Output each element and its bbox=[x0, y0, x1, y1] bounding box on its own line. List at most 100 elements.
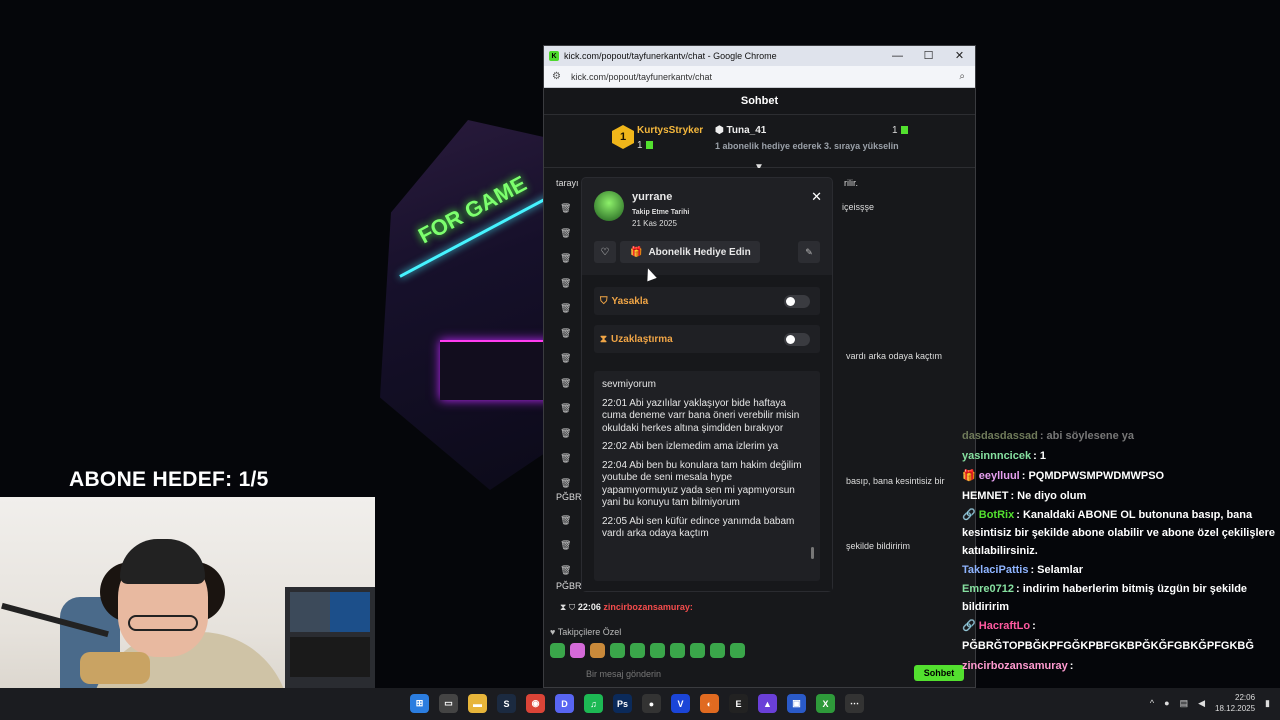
gift-icon bbox=[900, 126, 908, 135]
popup-username[interactable]: yurrane bbox=[632, 191, 672, 203]
app-icon[interactable]: ◐ bbox=[700, 694, 719, 713]
message-username[interactable]: zincirbozansamuray: bbox=[603, 602, 693, 612]
emote-bar bbox=[550, 643, 745, 658]
chevron-up-icon[interactable]: ^ bbox=[1150, 698, 1154, 708]
leader-name[interactable]: KurtysStryker bbox=[637, 125, 703, 136]
system-tray: ^ ● ▤ ◀ 22:06 18.12.2025 ▮ bbox=[1150, 692, 1270, 714]
chrome-window: K kick.com/popout/tayfunerkantv/chat - G… bbox=[543, 45, 976, 688]
rank-badge: 1 bbox=[612, 125, 634, 149]
emote-icon[interactable] bbox=[730, 643, 745, 658]
zoom-icon[interactable]: ⌕ bbox=[959, 71, 965, 82]
history-message: 22:01 Abi yazılılar yaklaşıyor bide haft… bbox=[602, 397, 800, 434]
message-history[interactable]: sevmiyorum 22:01 Abi yazılılar yaklaşıyo… bbox=[594, 371, 820, 581]
mic-icon[interactable]: ● bbox=[1164, 698, 1169, 708]
clock[interactable]: 22:06 18.12.2025 bbox=[1215, 692, 1255, 714]
window-titlebar[interactable]: K kick.com/popout/tayfunerkantv/chat - G… bbox=[544, 46, 975, 66]
shield-icon[interactable]: ⛉ bbox=[569, 602, 575, 612]
emote-icon[interactable] bbox=[650, 643, 665, 658]
emote-icon[interactable] bbox=[590, 643, 605, 658]
epic-games-icon[interactable]: E bbox=[729, 694, 748, 713]
overlay-username: HacraftLo bbox=[978, 620, 1031, 632]
delete-icon[interactable]: 🗑 bbox=[560, 565, 571, 576]
window-title: kick.com/popout/tayfunerkantv/chat - Goo… bbox=[564, 51, 777, 61]
network-icon[interactable]: ▤ bbox=[1180, 698, 1189, 709]
chat-header: Sohbet bbox=[544, 88, 975, 115]
chat-fragment: şekilde bildiririm bbox=[846, 541, 911, 551]
second-leader-count: 1 bbox=[892, 125, 908, 136]
gift-leaderboard: 1 KurtysStryker 1 ⬢ Tuna_41 1 1 abonelik… bbox=[544, 115, 975, 173]
windows-taskbar: ⊞ ▭ ▬ S ◉ D ♫ Ps ● V ◐ E ▲ ▣ X ⋯ ^ ● ▤ ◀… bbox=[0, 688, 1280, 720]
streamer-cap bbox=[120, 539, 205, 584]
webcam-feed bbox=[0, 497, 375, 720]
chat-fragment: PĞBR bbox=[556, 492, 582, 502]
emote-icon[interactable] bbox=[570, 643, 585, 658]
badge-icon: 🔗 bbox=[962, 620, 976, 632]
ban-toggle[interactable] bbox=[784, 295, 810, 308]
chat-fragment: basıp, bana kesintisiz bir bbox=[846, 476, 945, 486]
shield-icon: ⛉ bbox=[600, 295, 608, 307]
emote-icon[interactable] bbox=[550, 643, 565, 658]
latest-chat-row: ⧗ ⛉ 22:06 zincirbozansamuray: bbox=[560, 602, 693, 613]
start-icon[interactable]: ⊞ bbox=[410, 694, 429, 713]
url-text[interactable]: kick.com/popout/tayfunerkantv/chat bbox=[571, 72, 712, 82]
delete-icon[interactable]: 🗑 bbox=[560, 540, 571, 551]
chat-fragment: rilir. bbox=[844, 178, 858, 188]
address-bar[interactable]: ⚙ kick.com/popout/tayfunerkantv/chat ⌕ bbox=[544, 66, 975, 88]
ban-row: ⛉ Yasakla bbox=[594, 287, 820, 315]
emote-icon[interactable] bbox=[670, 643, 685, 658]
chrome-icon[interactable]: ◉ bbox=[526, 694, 545, 713]
delete-icon[interactable]: 🗑 bbox=[560, 403, 571, 414]
history-message: 22:05 Abi sen küfür edince yanımda babam… bbox=[602, 515, 795, 540]
delete-icon[interactable]: 🗑 bbox=[560, 378, 571, 389]
discord-icon[interactable]: D bbox=[555, 694, 574, 713]
delete-icon[interactable]: 🗑 bbox=[560, 428, 571, 439]
emote-icon[interactable] bbox=[710, 643, 725, 658]
close-window-button[interactable]: ✕ bbox=[944, 46, 975, 66]
volume-icon[interactable]: ◀ bbox=[1198, 698, 1205, 709]
delete-icon[interactable]: 🗑 bbox=[560, 228, 571, 239]
app-icon[interactable]: ▲ bbox=[758, 694, 777, 713]
delete-icon[interactable]: 🗑 bbox=[560, 253, 571, 264]
hourglass-icon[interactable]: ⧗ bbox=[560, 602, 566, 612]
minimize-button[interactable]: — bbox=[882, 46, 913, 66]
timeout-toggle[interactable] bbox=[784, 333, 810, 346]
vpn-icon[interactable]: V bbox=[671, 694, 690, 713]
notification-icon[interactable]: ▮ bbox=[1265, 698, 1270, 709]
site-settings-icon[interactable]: ⚙ bbox=[552, 71, 561, 82]
overlay-username: zincirbozansamuray bbox=[962, 660, 1068, 672]
file-explorer-icon[interactable]: ▬ bbox=[468, 694, 487, 713]
steam-icon[interactable]: S bbox=[497, 694, 516, 713]
chat-fragment: içeisşşe bbox=[842, 202, 875, 212]
delete-icon[interactable]: 🗑 bbox=[560, 453, 571, 464]
delete-icon[interactable]: 🗑 bbox=[560, 328, 571, 339]
chat-input[interactable]: Bir mesaj gönderin bbox=[586, 669, 661, 679]
history-scrollbar[interactable] bbox=[811, 547, 814, 559]
delete-icon[interactable]: 🗑 bbox=[560, 203, 571, 214]
delete-icon[interactable]: 🗑 bbox=[560, 478, 571, 489]
monitor-icon[interactable]: ▣ bbox=[787, 694, 806, 713]
delete-icon[interactable]: 🗑 bbox=[560, 278, 571, 289]
maximize-button[interactable]: ☐ bbox=[913, 46, 944, 66]
emote-icon[interactable] bbox=[610, 643, 625, 658]
obs-icon[interactable]: ● bbox=[642, 694, 661, 713]
mute-user-button[interactable]: ✎ bbox=[798, 241, 820, 263]
close-icon[interactable]: ✕ bbox=[811, 189, 822, 205]
emote-icon[interactable] bbox=[690, 643, 705, 658]
delete-icon[interactable]: 🗑 bbox=[560, 303, 571, 314]
gift-subscription-button[interactable]: 🎁 Abonelik Hediye Edin bbox=[620, 241, 760, 263]
overlay-message: : bbox=[1069, 660, 1074, 672]
spotify-icon[interactable]: ♫ bbox=[584, 694, 603, 713]
app-icon[interactable]: ⋯ bbox=[845, 694, 864, 713]
task-view-icon[interactable]: ▭ bbox=[439, 694, 458, 713]
heart-icon: ♥ bbox=[550, 627, 556, 637]
second-leader-name[interactable]: ⬢ Tuna_41 bbox=[715, 125, 766, 136]
follow-heart-button[interactable]: ♡ bbox=[594, 241, 616, 263]
emote-icon[interactable] bbox=[630, 643, 645, 658]
stream-chat-overlay: dasdasdassad: abi söylesene ya yasinnnci… bbox=[962, 426, 1280, 676]
chat-fragment: PĞBR bbox=[556, 581, 582, 591]
send-button[interactable]: Sohbet bbox=[914, 665, 964, 681]
delete-icon[interactable]: 🗑 bbox=[560, 515, 571, 526]
xbox-icon[interactable]: X bbox=[816, 694, 835, 713]
photoshop-icon[interactable]: Ps bbox=[613, 694, 632, 713]
delete-icon[interactable]: 🗑 bbox=[560, 353, 571, 364]
